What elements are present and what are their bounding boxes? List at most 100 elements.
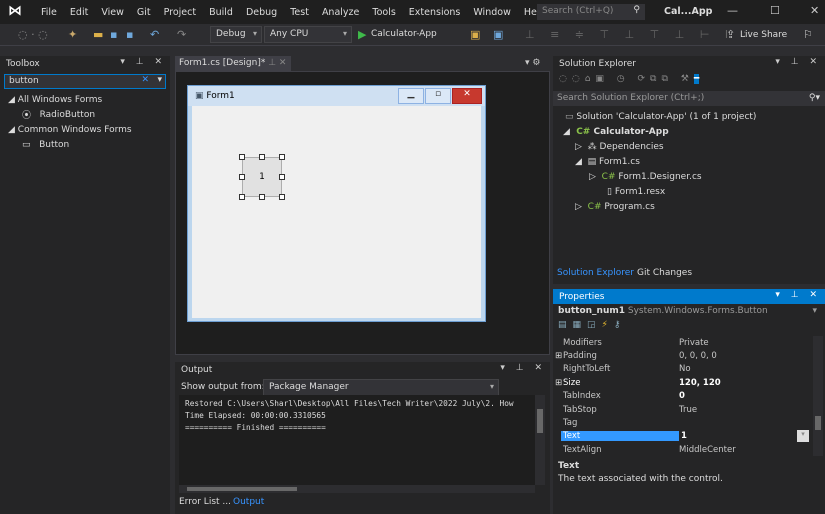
panel-controls-icon[interactable]: ▾ ⊥ ✕ — [775, 57, 821, 67]
tab-solution-explorer[interactable]: Solution Explorer — [557, 268, 634, 278]
collapse-icon[interactable]: ▷ — [575, 142, 588, 152]
new-project-icon[interactable]: ✦ — [68, 28, 77, 41]
live-share-button[interactable]: Live Share — [740, 30, 787, 40]
property-row[interactable]: RightToLeft No — [553, 363, 825, 376]
tab-error-list[interactable]: Error List ... — [179, 497, 231, 507]
tree-form1-resx[interactable]: ▯ Form1.resx — [553, 184, 825, 199]
form1-window[interactable]: ▣ Form1 ▁ ▫ ✕ — [187, 85, 486, 322]
toolbox-group-common[interactable]: ◢ Common Windows Forms — [0, 122, 170, 137]
property-row[interactable]: TabIndex 0 — [553, 390, 825, 403]
save-all-icon[interactable]: ▪ — [126, 28, 133, 41]
property-row[interactable]: ⊞ Size 120, 120 — [553, 376, 825, 389]
browse-icon[interactable]: ▣ — [470, 28, 480, 41]
tree-solution[interactable]: ▭ Solution 'Calculator-App' (1 of 1 proj… — [553, 109, 825, 124]
expand-icon[interactable]: ◢ — [8, 125, 18, 135]
maximize-icon[interactable]: ☐ — [770, 4, 780, 17]
toolbox-group-all[interactable]: ◢ All Windows Forms — [0, 92, 170, 107]
toolbox-item-button[interactable]: ▭ Button — [0, 137, 170, 152]
menu-view[interactable]: View — [101, 7, 124, 18]
dropdown-icon[interactable]: ▾ — [157, 75, 162, 85]
menu-window[interactable]: Window — [473, 7, 510, 18]
tab-git-changes[interactable]: Git Changes — [637, 268, 692, 278]
property-row[interactable]: TextAlign MiddleCenter — [553, 443, 825, 456]
live-share-icon[interactable]: ⇪ — [726, 28, 735, 41]
tree-dependencies[interactable]: ▷ ⁂ Dependencies — [553, 139, 825, 154]
property-value[interactable]: No — [665, 364, 691, 374]
menu-git[interactable]: Git — [137, 7, 151, 18]
resize-handle[interactable] — [259, 194, 265, 200]
collapse-icon[interactable]: ▷ — [589, 172, 602, 182]
menu-test[interactable]: Test — [290, 7, 309, 18]
solution-icon[interactable]: ▣ — [493, 28, 503, 41]
property-row[interactable]: ⊞ Padding 0, 0, 0, 0 — [553, 349, 825, 362]
se-toolbar-icons[interactable]: ◌◌⌂▣ ◷ ⟳⧉⧉ ⚒━ — [553, 71, 825, 91]
save-icon[interactable]: ▪ — [110, 28, 117, 41]
scroll-thumb[interactable] — [537, 409, 543, 433]
panel-controls-icon[interactable]: ▾ ⊥ ✕ — [775, 290, 821, 300]
resize-handle[interactable] — [239, 194, 245, 200]
pin-icon[interactable]: ⊥ ✕ — [268, 58, 286, 68]
horizontal-scrollbar[interactable] — [179, 485, 535, 493]
property-value[interactable]: 0, 0, 0, 0 — [665, 351, 717, 361]
property-row[interactable]: TabStop True — [553, 403, 825, 416]
global-search-input[interactable]: Search (Ctrl+Q) ⚲ — [537, 4, 645, 20]
clear-search-icon[interactable]: ✕ — [141, 75, 149, 85]
resize-handle[interactable] — [279, 194, 285, 200]
expand-icon[interactable]: ◢ — [563, 127, 576, 137]
toolbox-item-radiobutton[interactable]: ⦿ RadioButton — [0, 107, 170, 122]
properties-toolbar-icons[interactable]: ▤▦◲⚡⚷ — [553, 319, 825, 336]
panel-controls-icon[interactable]: ▾ ⊥ ✕ — [120, 57, 166, 67]
configuration-dropdown[interactable]: Debug — [210, 26, 262, 43]
property-value[interactable]: 0 — [665, 391, 685, 401]
menu-project[interactable]: Project — [164, 7, 197, 18]
minimize-icon[interactable]: — — [727, 4, 738, 17]
expand-icon[interactable]: ◢ — [575, 157, 588, 167]
resize-handle[interactable] — [259, 154, 265, 160]
property-row[interactable]: Tag — [553, 416, 825, 429]
start-icon[interactable]: ▶ — [358, 28, 366, 41]
dropdown-icon[interactable]: ▾ — [797, 430, 809, 443]
tree-form1-designer[interactable]: ▷ C# Form1.Designer.cs — [553, 169, 825, 184]
vertical-scrollbar[interactable] — [813, 336, 823, 456]
back-icon[interactable]: ◌ · ◌ — [18, 28, 48, 41]
se-search-input[interactable]: Search Solution Explorer (Ctrl+;) ⚲▾ — [553, 91, 825, 106]
menu-tools[interactable]: Tools — [372, 7, 395, 18]
tree-form1[interactable]: ◢ ▤ Form1.cs — [553, 154, 825, 169]
resize-handle[interactable] — [279, 174, 285, 180]
tab-output[interactable]: Output — [233, 497, 264, 507]
feedback-icon[interactable]: ⚐ — [803, 28, 813, 41]
property-value[interactable]: MiddleCenter — [665, 445, 736, 455]
tab-form1-design[interactable]: Form1.cs [Design]* ⊥ ✕ — [175, 56, 291, 71]
platform-dropdown[interactable]: Any CPU — [264, 26, 352, 43]
menu-file[interactable]: File — [41, 7, 57, 18]
expand-icon[interactable]: ⊞ — [555, 351, 562, 361]
expand-icon[interactable]: ⊞ — [555, 378, 562, 388]
output-source-dropdown[interactable]: Package Manager — [263, 379, 499, 396]
undo-icon[interactable]: ↶ — [150, 28, 159, 41]
layout-tools-icon[interactable]: ⊥ ≡ ≑ ⊤ ⊥ ⊤ ⊥ ⊢ I ∷ — [525, 28, 757, 41]
redo-icon[interactable]: ↷ — [177, 28, 186, 41]
menu-build[interactable]: Build — [209, 7, 233, 18]
button-num1[interactable]: 1 — [242, 157, 282, 197]
property-value[interactable]: 1 — [679, 431, 687, 441]
panel-controls-icon[interactable]: ▾ ⊥ ✕ — [500, 363, 546, 373]
open-icon[interactable]: ▬ — [93, 28, 103, 41]
menu-debug[interactable]: Debug — [246, 7, 277, 18]
resize-handle[interactable] — [239, 154, 245, 160]
dropdown-icon[interactable]: ▾ — [812, 306, 817, 316]
resize-handle[interactable] — [279, 154, 285, 160]
menu-edit[interactable]: Edit — [70, 7, 88, 18]
scroll-thumb[interactable] — [187, 487, 297, 491]
tree-project[interactable]: ◢ C# Calculator-App — [553, 124, 825, 139]
property-value[interactable]: Private — [665, 338, 709, 348]
start-button[interactable]: Calculator-App — [371, 29, 437, 39]
toolbox-search-input[interactable]: button ✕ ▾ — [4, 74, 166, 89]
property-value[interactable]: True — [665, 405, 697, 415]
close-icon[interactable]: ✕ — [810, 4, 819, 17]
property-value[interactable]: 120, 120 — [665, 378, 721, 388]
property-row-selected[interactable]: Text 1 ▾ — [553, 430, 825, 443]
menu-analyze[interactable]: Analyze — [322, 7, 359, 18]
collapse-icon[interactable]: ▷ — [575, 202, 588, 212]
tab-overflow-icon[interactable]: ▾ ⚙ — [525, 58, 540, 68]
expand-icon[interactable]: ◢ — [8, 95, 18, 105]
